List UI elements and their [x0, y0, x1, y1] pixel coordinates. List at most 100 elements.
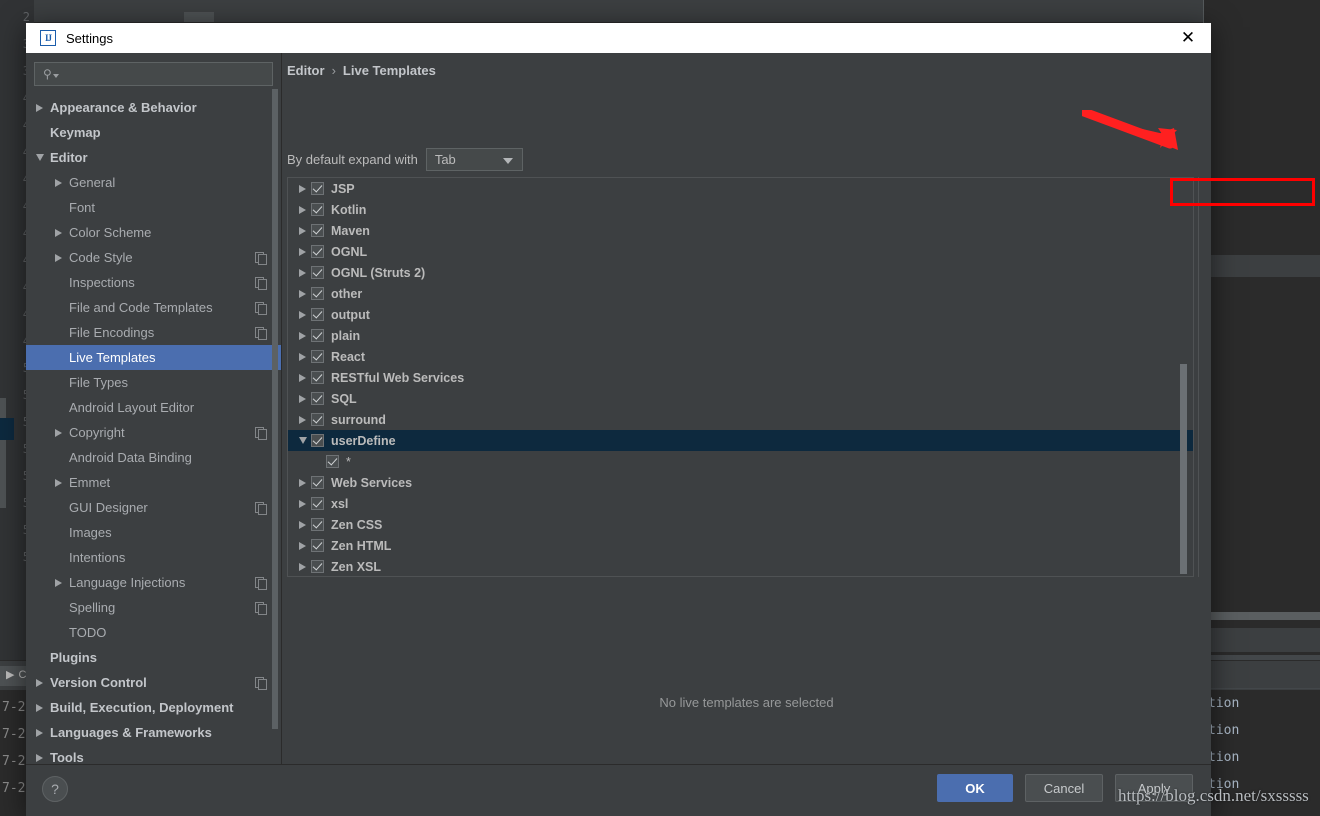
chevron-right-icon[interactable] [294, 353, 311, 361]
template-group-checkbox[interactable] [326, 455, 339, 468]
chevron-right-icon[interactable] [294, 479, 311, 487]
template-group-row[interactable]: xsl [288, 493, 1193, 514]
sidebar-item-version-control[interactable]: Version Control [26, 670, 281, 695]
template-group-row[interactable]: Zen XSL [288, 556, 1193, 577]
template-group-row[interactable]: other [288, 283, 1193, 304]
sidebar-item-general[interactable]: General [26, 170, 281, 195]
sidebar-item-file-encodings[interactable]: File Encodings [26, 320, 281, 345]
sidebar-item-intentions[interactable]: Intentions [26, 545, 281, 570]
chevron-right-icon[interactable] [55, 429, 69, 437]
chevron-right-icon[interactable] [294, 542, 311, 550]
chevron-right-icon[interactable] [55, 579, 69, 587]
chevron-right-icon[interactable] [294, 206, 311, 214]
chevron-right-icon[interactable] [294, 374, 311, 382]
chevron-right-icon[interactable] [36, 704, 50, 712]
chevron-down-icon[interactable] [36, 154, 50, 161]
template-list-scrollbar-thumb[interactable] [1180, 364, 1187, 574]
template-group-checkbox[interactable] [311, 350, 324, 363]
template-group-checkbox[interactable] [311, 539, 324, 552]
chevron-right-icon[interactable] [294, 227, 311, 235]
sidebar-item-plugins[interactable]: Plugins [26, 645, 281, 670]
chevron-right-icon[interactable] [294, 500, 311, 508]
sidebar-item-editor[interactable]: Editor [26, 145, 281, 170]
chevron-right-icon[interactable] [55, 479, 69, 487]
close-icon[interactable]: ✕ [1173, 23, 1203, 53]
template-group-checkbox[interactable] [311, 476, 324, 489]
sidebar-item-language-injections[interactable]: Language Injections [26, 570, 281, 595]
search-input[interactable] [59, 66, 272, 82]
help-button[interactable]: ? [42, 776, 68, 802]
sidebar-item-spelling[interactable]: Spelling [26, 595, 281, 620]
template-group-checkbox[interactable] [311, 203, 324, 216]
sidebar-item-keymap[interactable]: Keymap [26, 120, 281, 145]
sidebar-item-live-templates[interactable]: Live Templates [26, 345, 281, 370]
template-group-checkbox[interactable] [311, 392, 324, 405]
template-group-list[interactable]: JSPKotlinMavenOGNLOGNL (Struts 2)otherou… [287, 177, 1194, 577]
sidebar-item-images[interactable]: Images [26, 520, 281, 545]
sidebar-item-emmet[interactable]: Emmet [26, 470, 281, 495]
sidebar-item-languages-frameworks[interactable]: Languages & Frameworks [26, 720, 281, 745]
sidebar-item-file-and-code-templates[interactable]: File and Code Templates [26, 295, 281, 320]
chevron-right-icon[interactable] [55, 254, 69, 262]
sidebar-scrollbar[interactable] [272, 89, 278, 764]
template-group-row[interactable]: SQL [288, 388, 1193, 409]
ide-editor-tab[interactable] [184, 12, 214, 22]
chevron-right-icon[interactable] [294, 521, 311, 529]
chevron-right-icon[interactable] [36, 104, 50, 112]
template-group-checkbox[interactable] [311, 371, 324, 384]
sidebar-item-android-layout-editor[interactable]: Android Layout Editor [26, 395, 281, 420]
sidebar-item-copyright[interactable]: Copyright [26, 420, 281, 445]
chevron-right-icon[interactable] [294, 311, 311, 319]
sidebar-item-color-scheme[interactable]: Color Scheme [26, 220, 281, 245]
sidebar-scrollbar-thumb[interactable] [272, 89, 278, 729]
template-group-checkbox[interactable] [311, 224, 324, 237]
add-template-button[interactable]: + [1199, 177, 1211, 207]
chevron-right-icon[interactable] [55, 179, 69, 187]
template-group-checkbox[interactable] [311, 308, 324, 321]
ok-button[interactable]: OK [937, 774, 1013, 802]
chevron-right-icon[interactable] [36, 679, 50, 687]
breadcrumb-root[interactable]: Editor [287, 63, 325, 78]
template-group-row[interactable]: surround [288, 409, 1193, 430]
chevron-right-icon[interactable] [294, 395, 311, 403]
chevron-right-icon[interactable] [294, 563, 311, 571]
expand-with-select[interactable]: Tab [426, 148, 523, 171]
template-group-row[interactable]: Web Services [288, 472, 1193, 493]
template-group-row[interactable]: userDefine [288, 430, 1193, 451]
cancel-button[interactable]: Cancel [1025, 774, 1103, 802]
chevron-right-icon[interactable] [55, 229, 69, 237]
revert-changes-button[interactable]: ↺ [1199, 257, 1211, 287]
sidebar-item-font[interactable]: Font [26, 195, 281, 220]
chevron-right-icon[interactable] [294, 290, 311, 298]
sidebar-item-build-execution-deployment[interactable]: Build, Execution, Deployment [26, 695, 281, 720]
sidebar-item-gui-designer[interactable]: GUI Designer [26, 495, 281, 520]
chevron-down-icon[interactable] [294, 437, 311, 444]
search-box[interactable]: ⚲ [34, 62, 273, 86]
template-group-row[interactable]: output [288, 304, 1193, 325]
template-group-row[interactable]: OGNL [288, 241, 1193, 262]
chevron-right-icon[interactable] [294, 416, 311, 424]
chevron-right-icon[interactable] [294, 248, 311, 256]
template-group-checkbox[interactable] [311, 413, 324, 426]
chevron-right-icon[interactable] [36, 729, 50, 737]
sidebar-item-code-style[interactable]: Code Style [26, 245, 281, 270]
sidebar-item-file-types[interactable]: File Types [26, 370, 281, 395]
template-group-row[interactable]: Zen HTML [288, 535, 1193, 556]
template-group-checkbox[interactable] [311, 266, 324, 279]
template-group-row[interactable]: OGNL (Struts 2) [288, 262, 1193, 283]
template-group-checkbox[interactable] [311, 182, 324, 195]
template-list-scrollbar[interactable] [1179, 179, 1187, 575]
chevron-right-icon[interactable] [294, 269, 311, 277]
template-group-row[interactable]: React [288, 346, 1193, 367]
template-group-row[interactable]: Zen CSS [288, 514, 1193, 535]
chevron-right-icon[interactable] [36, 754, 50, 762]
template-group-checkbox[interactable] [311, 329, 324, 342]
chevron-right-icon[interactable] [294, 332, 311, 340]
sidebar-item-tools[interactable]: Tools [26, 745, 281, 764]
template-group-checkbox[interactable] [311, 497, 324, 510]
sidebar-item-todo[interactable]: TODO [26, 620, 281, 645]
template-group-checkbox[interactable] [311, 287, 324, 300]
template-group-checkbox[interactable] [311, 560, 324, 573]
template-group-row[interactable]: Kotlin [288, 199, 1193, 220]
template-group-checkbox[interactable] [311, 518, 324, 531]
